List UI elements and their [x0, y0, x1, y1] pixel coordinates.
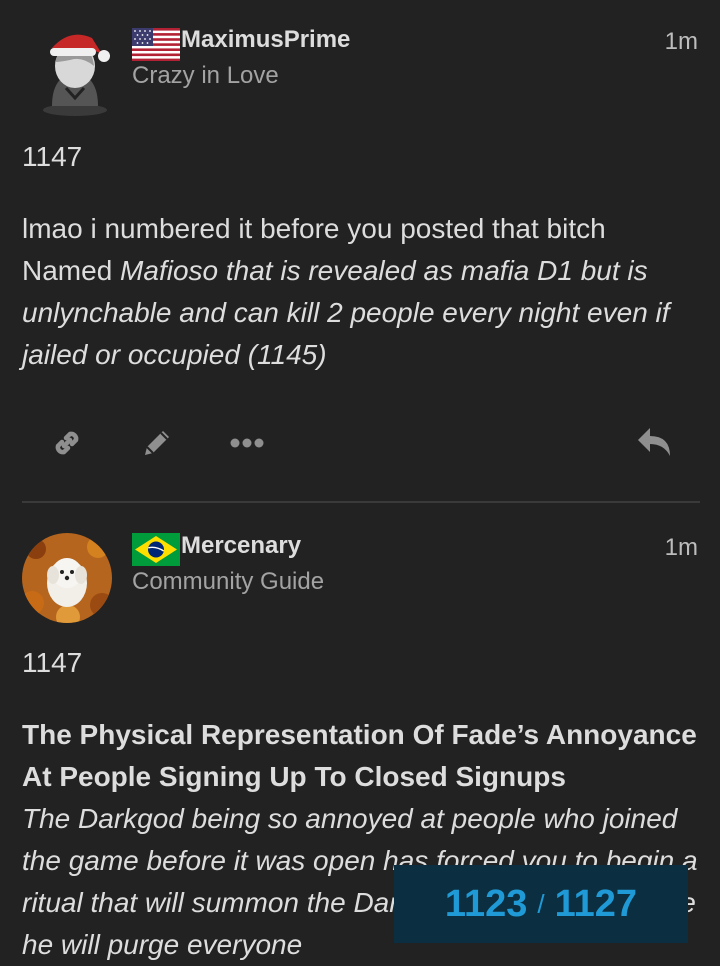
post-time[interactable]: 1m	[665, 28, 698, 56]
post-actions	[0, 418, 720, 478]
avatar[interactable]	[22, 533, 112, 623]
post-divider	[22, 501, 700, 503]
post-body: 1147 lmao i numbered it before you poste…	[22, 136, 702, 376]
post-heading: The Physical Representation Of Fade’s An…	[22, 719, 697, 792]
username[interactable]: Mercenary	[181, 532, 301, 560]
post-number: 1147	[22, 141, 83, 172]
edit-button[interactable]	[132, 418, 182, 468]
us-flag-icon	[132, 28, 180, 61]
post-number: 1147	[22, 647, 83, 678]
topic-progress[interactable]: 1123 / 1127	[394, 865, 688, 943]
edit-icon	[145, 431, 169, 455]
progress-total: 1127	[554, 882, 638, 925]
username[interactable]: MaximusPrime	[181, 26, 350, 54]
reply-icon	[638, 428, 670, 456]
link-icon	[55, 431, 79, 455]
post-text-prefix: Named	[22, 255, 121, 286]
more-button[interactable]	[222, 418, 272, 468]
post-time[interactable]: 1m	[665, 534, 698, 562]
progress-separator: /	[537, 888, 545, 919]
avatar[interactable]	[30, 26, 120, 116]
user-title: Community Guide	[132, 568, 325, 595]
more-icon	[230, 438, 264, 448]
brazil-flag-icon	[132, 533, 180, 566]
user-title: Crazy in Love	[132, 62, 279, 89]
reply-button[interactable]	[630, 418, 680, 468]
post-text: lmao i numbered it before you posted tha…	[22, 213, 606, 244]
post-1: MaximusPrime Crazy in Love 1m 1147 lmao …	[0, 0, 720, 500]
post-text-italic: Mafioso that is revealed as mafia D1 but…	[22, 255, 670, 370]
progress-current: 1123	[444, 882, 528, 925]
link-button[interactable]	[42, 418, 92, 468]
